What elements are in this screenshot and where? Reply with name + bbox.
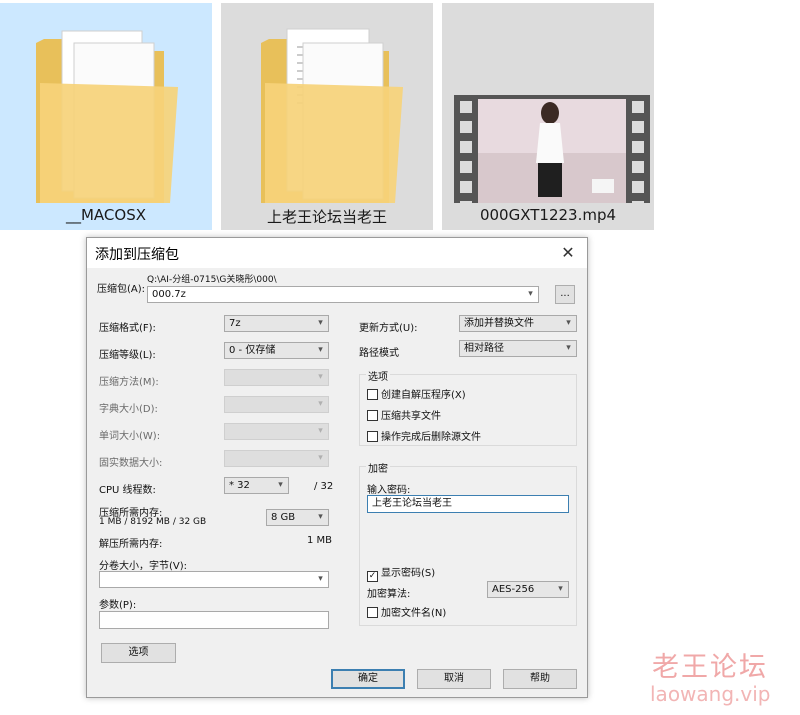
path-value: 相对路径 [464, 343, 504, 354]
chevron-down-icon: ▾ [318, 399, 323, 409]
watermark-url: laowang.vip [650, 682, 771, 706]
format-select[interactable]: 7z ▾ [224, 315, 329, 332]
level-value: 0 - 仅存储 [229, 345, 276, 356]
sfx-label: 创建自解压程序(X) [381, 390, 466, 401]
add-to-archive-dialog: 添加到压缩包 ✕ 压缩包(A): Q:\AI-分组-0715\G关晓彤\000\… [86, 237, 588, 698]
update-select[interactable]: 添加并替换文件 ▾ [459, 315, 577, 332]
archive-name-combo[interactable]: 000.7z ▾ [147, 286, 539, 303]
dialog-titlebar: 添加到压缩包 ✕ [87, 238, 587, 268]
format-value: 7z [229, 318, 241, 329]
method-label: 压缩方法(M): [99, 377, 159, 388]
word-select: ▾ [224, 423, 329, 440]
params-label: 参数(P): [99, 600, 137, 611]
cancel-button[interactable]: 取消 [417, 669, 491, 689]
show-password-checkbox[interactable]: ✓ 显示密码(S) [367, 564, 435, 582]
delete-source-checkbox[interactable]: 操作完成后删除源文件 [367, 428, 481, 443]
shared-label: 压缩共享文件 [381, 411, 441, 422]
file-name: __MACOSX [65, 206, 147, 224]
watermark-title: 老王论坛 [652, 652, 768, 683]
folder-icon [261, 28, 403, 203]
mem-decomp-value: 1 MB [307, 535, 333, 546]
dict-label: 字典大小(D): [99, 404, 158, 415]
chevron-down-icon: ▾ [318, 372, 323, 382]
chevron-down-icon: ▾ [558, 584, 563, 594]
chevron-down-icon: ▾ [318, 453, 323, 463]
show-password-label: 显示密码(S) [381, 568, 436, 579]
update-value: 添加并替换文件 [464, 318, 534, 329]
algo-label: 加密算法: [367, 589, 411, 600]
cpu-label: CPU 线程数: [99, 485, 156, 496]
checkbox-icon [367, 431, 378, 442]
checkbox-icon [367, 389, 378, 400]
file-name: 000GXT1223.mp4 [479, 206, 617, 224]
encryption-group-title: 加密 [366, 460, 390, 475]
file-name: 上老王论坛当老王 [266, 208, 387, 226]
mem-decomp-label: 解压所需内存: [99, 539, 163, 550]
help-button[interactable]: 帮助 [503, 669, 577, 689]
level-label: 压缩等级(L): [99, 350, 156, 361]
mem-comp-value: 8 GB [271, 512, 296, 523]
solid-select: ▾ [224, 450, 329, 467]
chevron-down-icon: ▾ [318, 345, 323, 355]
mem-comp-detail: 1 MB / 8192 MB / 32 GB [99, 517, 207, 527]
dialog-title: 添加到压缩包 [95, 247, 179, 263]
sfx-checkbox[interactable]: 创建自解压程序(X) [367, 386, 466, 401]
close-icon[interactable]: ✕ [555, 241, 581, 265]
chevron-down-icon: ▾ [566, 343, 571, 353]
dict-select: ▾ [224, 396, 329, 413]
password-label: 输入密码: [367, 485, 411, 496]
options-group-title: 选项 [366, 368, 390, 383]
checkbox-icon [367, 410, 378, 421]
encrypt-names-label: 加密文件名(N) [381, 608, 447, 619]
split-combo[interactable]: ▾ [99, 571, 329, 588]
archive-path: Q:\AI-分组-0715\G关晓彤\000\ [147, 275, 277, 285]
checkbox-icon [367, 607, 378, 618]
archive-name-value: 000.7z [152, 289, 186, 300]
split-label: 分卷大小，字节(V): [99, 561, 188, 572]
path-label: 路径模式 [359, 348, 399, 359]
cpu-max: / 32 [314, 481, 334, 492]
file-item-folder[interactable]: 上老王论坛当老王 [221, 3, 433, 230]
level-select[interactable]: 0 - 仅存储 ▾ [224, 342, 329, 359]
delete-source-label: 操作完成后删除源文件 [381, 432, 481, 443]
chevron-down-icon: ▾ [318, 318, 323, 328]
chevron-down-icon: ▾ [566, 318, 571, 328]
method-select: ▾ [224, 369, 329, 386]
cpu-select[interactable]: * 32 ▾ [224, 477, 289, 494]
solid-label: 固实数据大小: [99, 458, 163, 469]
video-file-icon [454, 95, 650, 203]
chevron-down-icon: ▾ [318, 426, 323, 436]
update-label: 更新方式(U): [359, 323, 418, 334]
algo-select[interactable]: AES-256 ▾ [487, 581, 569, 598]
options-button[interactable]: 选项 [101, 643, 176, 663]
word-label: 单词大小(W): [99, 431, 161, 442]
file-item-video[interactable]: 000GXT1223.mp4 [442, 3, 654, 230]
shared-checkbox[interactable]: 压缩共享文件 [367, 407, 441, 422]
chevron-down-icon: ▾ [528, 289, 533, 299]
chevron-down-icon: ▾ [318, 512, 323, 522]
folder-icon [36, 30, 178, 203]
chevron-down-icon: ▾ [318, 574, 323, 584]
file-item-macosx[interactable]: __MACOSX [0, 3, 212, 230]
chevron-down-icon: ▾ [278, 480, 283, 490]
cpu-value: * 32 [229, 480, 250, 491]
ok-button[interactable]: 确定 [331, 669, 405, 689]
encrypt-names-checkbox[interactable]: 加密文件名(N) [367, 604, 446, 619]
params-input[interactable] [99, 611, 329, 629]
format-label: 压缩格式(F): [99, 323, 156, 334]
algo-value: AES-256 [492, 584, 535, 595]
path-select[interactable]: 相对路径 ▾ [459, 340, 577, 357]
browse-button[interactable]: ... [555, 285, 575, 304]
mem-comp-select[interactable]: 8 GB ▾ [266, 509, 329, 526]
archive-label: 压缩包(A): [97, 284, 146, 295]
password-input[interactable]: 上老王论坛当老王 [367, 495, 569, 513]
checkmark-icon: ✓ [367, 571, 378, 582]
